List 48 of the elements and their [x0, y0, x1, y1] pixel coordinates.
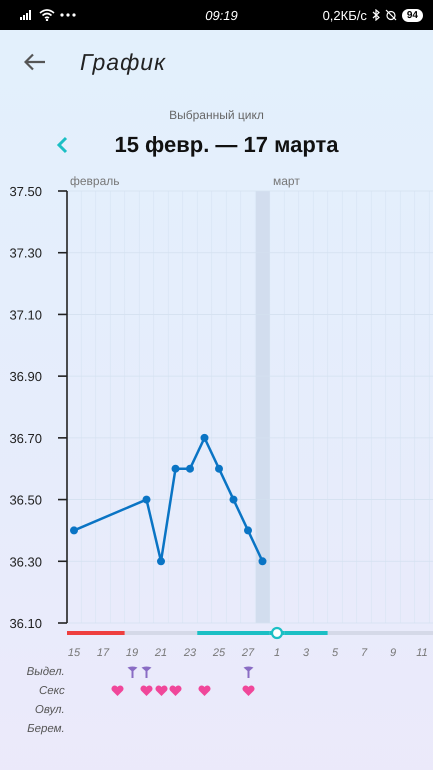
- month-label: февраль: [70, 174, 120, 188]
- y-tick-label: 36.30: [9, 554, 42, 570]
- x-tick-label: 7: [360, 647, 368, 659]
- data-point: [244, 526, 252, 534]
- more-icon: [60, 13, 76, 17]
- y-tick-label: 36.90: [9, 369, 42, 384]
- x-tick-label: 15: [68, 647, 80, 659]
- page-title: График: [80, 48, 166, 76]
- x-tick-label: 25: [212, 647, 226, 659]
- y-tick-label: 36.10: [9, 616, 42, 631]
- cycle-caption: Выбранный цикл: [168, 108, 265, 122]
- x-tick-label: 17: [96, 647, 110, 659]
- bluetooth-icon: [372, 9, 380, 21]
- data-point: [230, 496, 238, 504]
- x-tick-label: 27: [242, 647, 254, 659]
- network-speed: 0,2КБ/с: [322, 8, 367, 22]
- data-point: [142, 496, 150, 504]
- battery-indicator: 94: [402, 8, 423, 22]
- x-tick-label: 1: [274, 647, 280, 659]
- x-tick-label: 11: [416, 647, 428, 659]
- alarm-off-icon: [384, 9, 397, 21]
- y-tick-label: 36.70: [9, 430, 42, 446]
- status-time: 09:19: [205, 8, 238, 22]
- data-point: [70, 526, 78, 534]
- data-point: [186, 464, 194, 473]
- event-label: Овул.: [34, 704, 65, 716]
- data-point: [157, 557, 165, 566]
- y-tick-label: 36.50: [9, 492, 42, 508]
- wifi-icon: [39, 9, 55, 21]
- x-tick-label: 3: [302, 647, 310, 659]
- x-tick-label: 19: [126, 647, 138, 659]
- data-point: [258, 557, 266, 566]
- x-tick-label: 21: [154, 647, 168, 659]
- month-label: март: [273, 174, 300, 188]
- y-tick-label: 37.50: [9, 184, 42, 199]
- x-tick-label: 5: [332, 647, 338, 659]
- y-tick-label: 37.10: [9, 307, 42, 322]
- data-point: [200, 434, 208, 442]
- data-point: [215, 464, 223, 473]
- y-tick-label: 37.30: [9, 246, 42, 261]
- x-tick-label: 9: [390, 647, 396, 659]
- event-label: Секс: [38, 684, 65, 696]
- event-label: Выдел.: [26, 666, 65, 678]
- x-tick-label: 23: [184, 647, 196, 659]
- cycle-date-range: 15 февр. — 17 марта: [114, 132, 339, 158]
- data-point: [172, 464, 180, 473]
- event-label: Берем.: [26, 722, 65, 734]
- signal-icon: [20, 10, 34, 20]
